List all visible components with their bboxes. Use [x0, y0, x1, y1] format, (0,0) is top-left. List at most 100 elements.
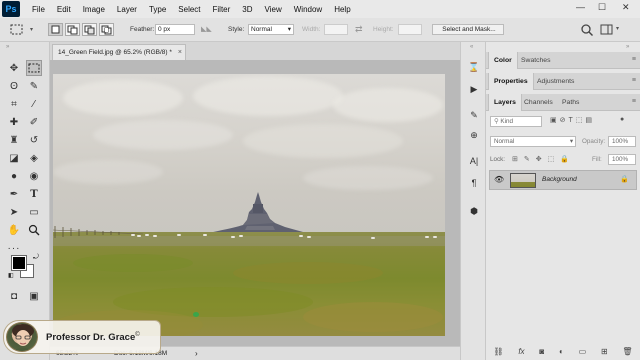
collapse-icon[interactable]: » — [6, 44, 9, 50]
menu-filter[interactable]: Filter — [213, 5, 231, 14]
panel-menu-icon[interactable]: ≡ — [632, 98, 636, 105]
type-tool-icon[interactable]: T — [26, 186, 42, 202]
close-window-icon[interactable]: ✕ — [622, 2, 630, 13]
quick-mask-icon[interactable]: ◘ — [6, 288, 22, 304]
eye-icon[interactable]: 👁 — [494, 175, 504, 184]
menu-window[interactable]: Window — [294, 5, 322, 14]
quick-select-tool-icon[interactable]: ✎ — [26, 78, 42, 94]
feather-input[interactable]: 0 px — [155, 24, 195, 35]
swap-icon[interactable]: ⇄ — [355, 24, 363, 35]
new-selection-button[interactable] — [48, 23, 63, 36]
collapse-icon[interactable]: » — [626, 44, 629, 50]
fence — [53, 226, 144, 238]
filter-type-icons[interactable]: ▣⊘T⬚▤ — [550, 116, 595, 124]
path-selection-tool-icon[interactable]: ➤ — [6, 204, 22, 220]
menu-type[interactable]: Type — [149, 5, 166, 14]
canvas-area[interactable] — [50, 60, 460, 346]
clone-stamp-tool-icon[interactable]: ♜ — [6, 132, 22, 148]
move-tool-icon[interactable]: ✥ — [6, 60, 22, 76]
paragraph-panel-icon[interactable]: ¶ — [467, 176, 481, 190]
eyedropper-tool-icon[interactable]: ⁄ — [26, 96, 42, 112]
menu-file[interactable]: File — [32, 5, 45, 14]
panel-menu-icon[interactable]: ≡ — [632, 77, 636, 84]
document-image[interactable] — [53, 74, 445, 336]
layer-row-background[interactable]: 👁 Background 🔒 — [489, 170, 637, 190]
clone-source-icon[interactable]: ⊕ — [467, 128, 481, 142]
opacity-input[interactable]: 100% — [608, 136, 636, 147]
link-icon[interactable]: ⛓ — [493, 347, 503, 356]
rectangle-tool-icon[interactable]: ▭ — [26, 204, 42, 220]
layer-kind-filter[interactable]: ⚲ Kind — [490, 116, 542, 127]
tab-layers[interactable]: Layers — [488, 94, 522, 111]
tab-properties[interactable]: Properties — [488, 73, 534, 90]
layer-name: Background — [542, 176, 577, 183]
menu-view[interactable]: View — [265, 5, 282, 14]
mask-icon[interactable]: ◙ — [539, 347, 544, 356]
marquee-tool-icon[interactable] — [26, 60, 42, 76]
collapse-icon[interactable]: « — [470, 44, 473, 50]
document-title: 14_Green Field.jpg @ 65.2% (RGB/8) * — [58, 49, 172, 56]
3d-panel-icon[interactable]: ⬢ — [467, 204, 481, 218]
select-and-mask-button[interactable]: Select and Mask... — [432, 24, 504, 35]
adjustment-icon[interactable]: ◐ — [559, 347, 564, 356]
add-selection-button[interactable] — [65, 23, 80, 36]
brush-settings-icon[interactable]: ✎ — [467, 108, 481, 122]
search-icon[interactable] — [580, 23, 594, 37]
brush-tool-icon[interactable]: ✐ — [26, 114, 42, 130]
maximize-icon[interactable]: ☐ — [598, 2, 606, 13]
actions-panel-icon[interactable]: ▶ — [467, 82, 481, 96]
chevron-down-icon[interactable]: ▾ — [616, 25, 619, 32]
menu-select[interactable]: Select — [178, 5, 200, 14]
height-input[interactable] — [398, 24, 422, 35]
more-tools-icon[interactable]: ··· — [6, 240, 22, 256]
chevron-down-icon[interactable]: ▾ — [30, 26, 33, 33]
menu-edit[interactable]: Edit — [57, 5, 71, 14]
history-brush-tool-icon[interactable]: ↺ — [26, 132, 42, 148]
dodge-tool-icon[interactable]: ◉ — [26, 168, 42, 184]
hand-tool-icon[interactable]: ✋ — [6, 222, 22, 238]
close-tab-icon[interactable]: × — [178, 49, 182, 56]
style-select[interactable]: Normal ▾ — [248, 24, 294, 35]
marquee-preset-icon[interactable] — [10, 24, 24, 36]
trash-icon[interactable]: 🗑 — [622, 347, 632, 356]
blend-mode-select[interactable]: Normal ▾ — [490, 136, 576, 147]
menu-3d[interactable]: 3D — [242, 5, 252, 14]
tab-channels[interactable]: Channels — [519, 94, 558, 111]
panel-menu-icon[interactable]: ≡ — [632, 56, 636, 63]
paint-bucket-tool-icon[interactable]: ◈ — [26, 150, 42, 166]
menu-help[interactable]: Help — [334, 5, 350, 14]
workspace-icon[interactable] — [600, 23, 614, 37]
healing-brush-tool-icon[interactable]: ✚ — [6, 114, 22, 130]
tab-color[interactable]: Color — [488, 52, 518, 69]
foreground-color-swatch[interactable] — [11, 255, 27, 271]
tab-paths[interactable]: Paths — [557, 94, 584, 111]
minimize-icon[interactable]: — — [576, 2, 585, 12]
anti-alias-icon[interactable]: ◣◣ — [201, 25, 212, 33]
lock-options-icons[interactable]: ⊞✎✥⬚🔒 — [512, 155, 575, 163]
pen-tool-icon[interactable]: ✒ — [6, 186, 22, 202]
document-tab[interactable]: 14_Green Field.jpg @ 65.2% (RGB/8) * × — [52, 44, 186, 60]
zoom-tool-icon[interactable] — [26, 222, 42, 238]
swap-colors-icon[interactable]: ⤾ — [33, 254, 39, 262]
group-icon[interactable]: ▭ — [579, 347, 587, 356]
tab-swatches[interactable]: Swatches — [516, 52, 555, 69]
blur-tool-icon[interactable]: ● — [6, 168, 22, 184]
intersect-selection-button[interactable] — [99, 23, 114, 36]
character-panel-icon[interactable]: A| — [467, 154, 481, 168]
tab-adjustments[interactable]: Adjustments — [532, 73, 579, 90]
history-panel-icon[interactable]: ⌛ — [467, 60, 481, 74]
lasso-tool-icon[interactable]: ʘ — [6, 78, 22, 94]
fx-icon[interactable]: fx — [518, 347, 524, 356]
menu-layer[interactable]: Layer — [117, 5, 137, 14]
filter-toggle-icon[interactable]: ● — [620, 116, 624, 123]
fill-input[interactable]: 100% — [608, 154, 636, 165]
default-colors-icon[interactable]: ◧ — [8, 272, 14, 279]
subtract-selection-button[interactable] — [82, 23, 97, 36]
crop-tool-icon[interactable]: ⌗ — [6, 96, 22, 112]
menu-image[interactable]: Image — [83, 5, 105, 14]
width-input[interactable] — [324, 24, 348, 35]
new-layer-icon[interactable]: ⊞ — [601, 347, 608, 356]
screen-mode-icon[interactable]: ▣ — [26, 288, 42, 304]
eraser-tool-icon[interactable]: ◪ — [6, 150, 22, 166]
status-menu-arrow-icon[interactable]: › — [195, 349, 198, 358]
